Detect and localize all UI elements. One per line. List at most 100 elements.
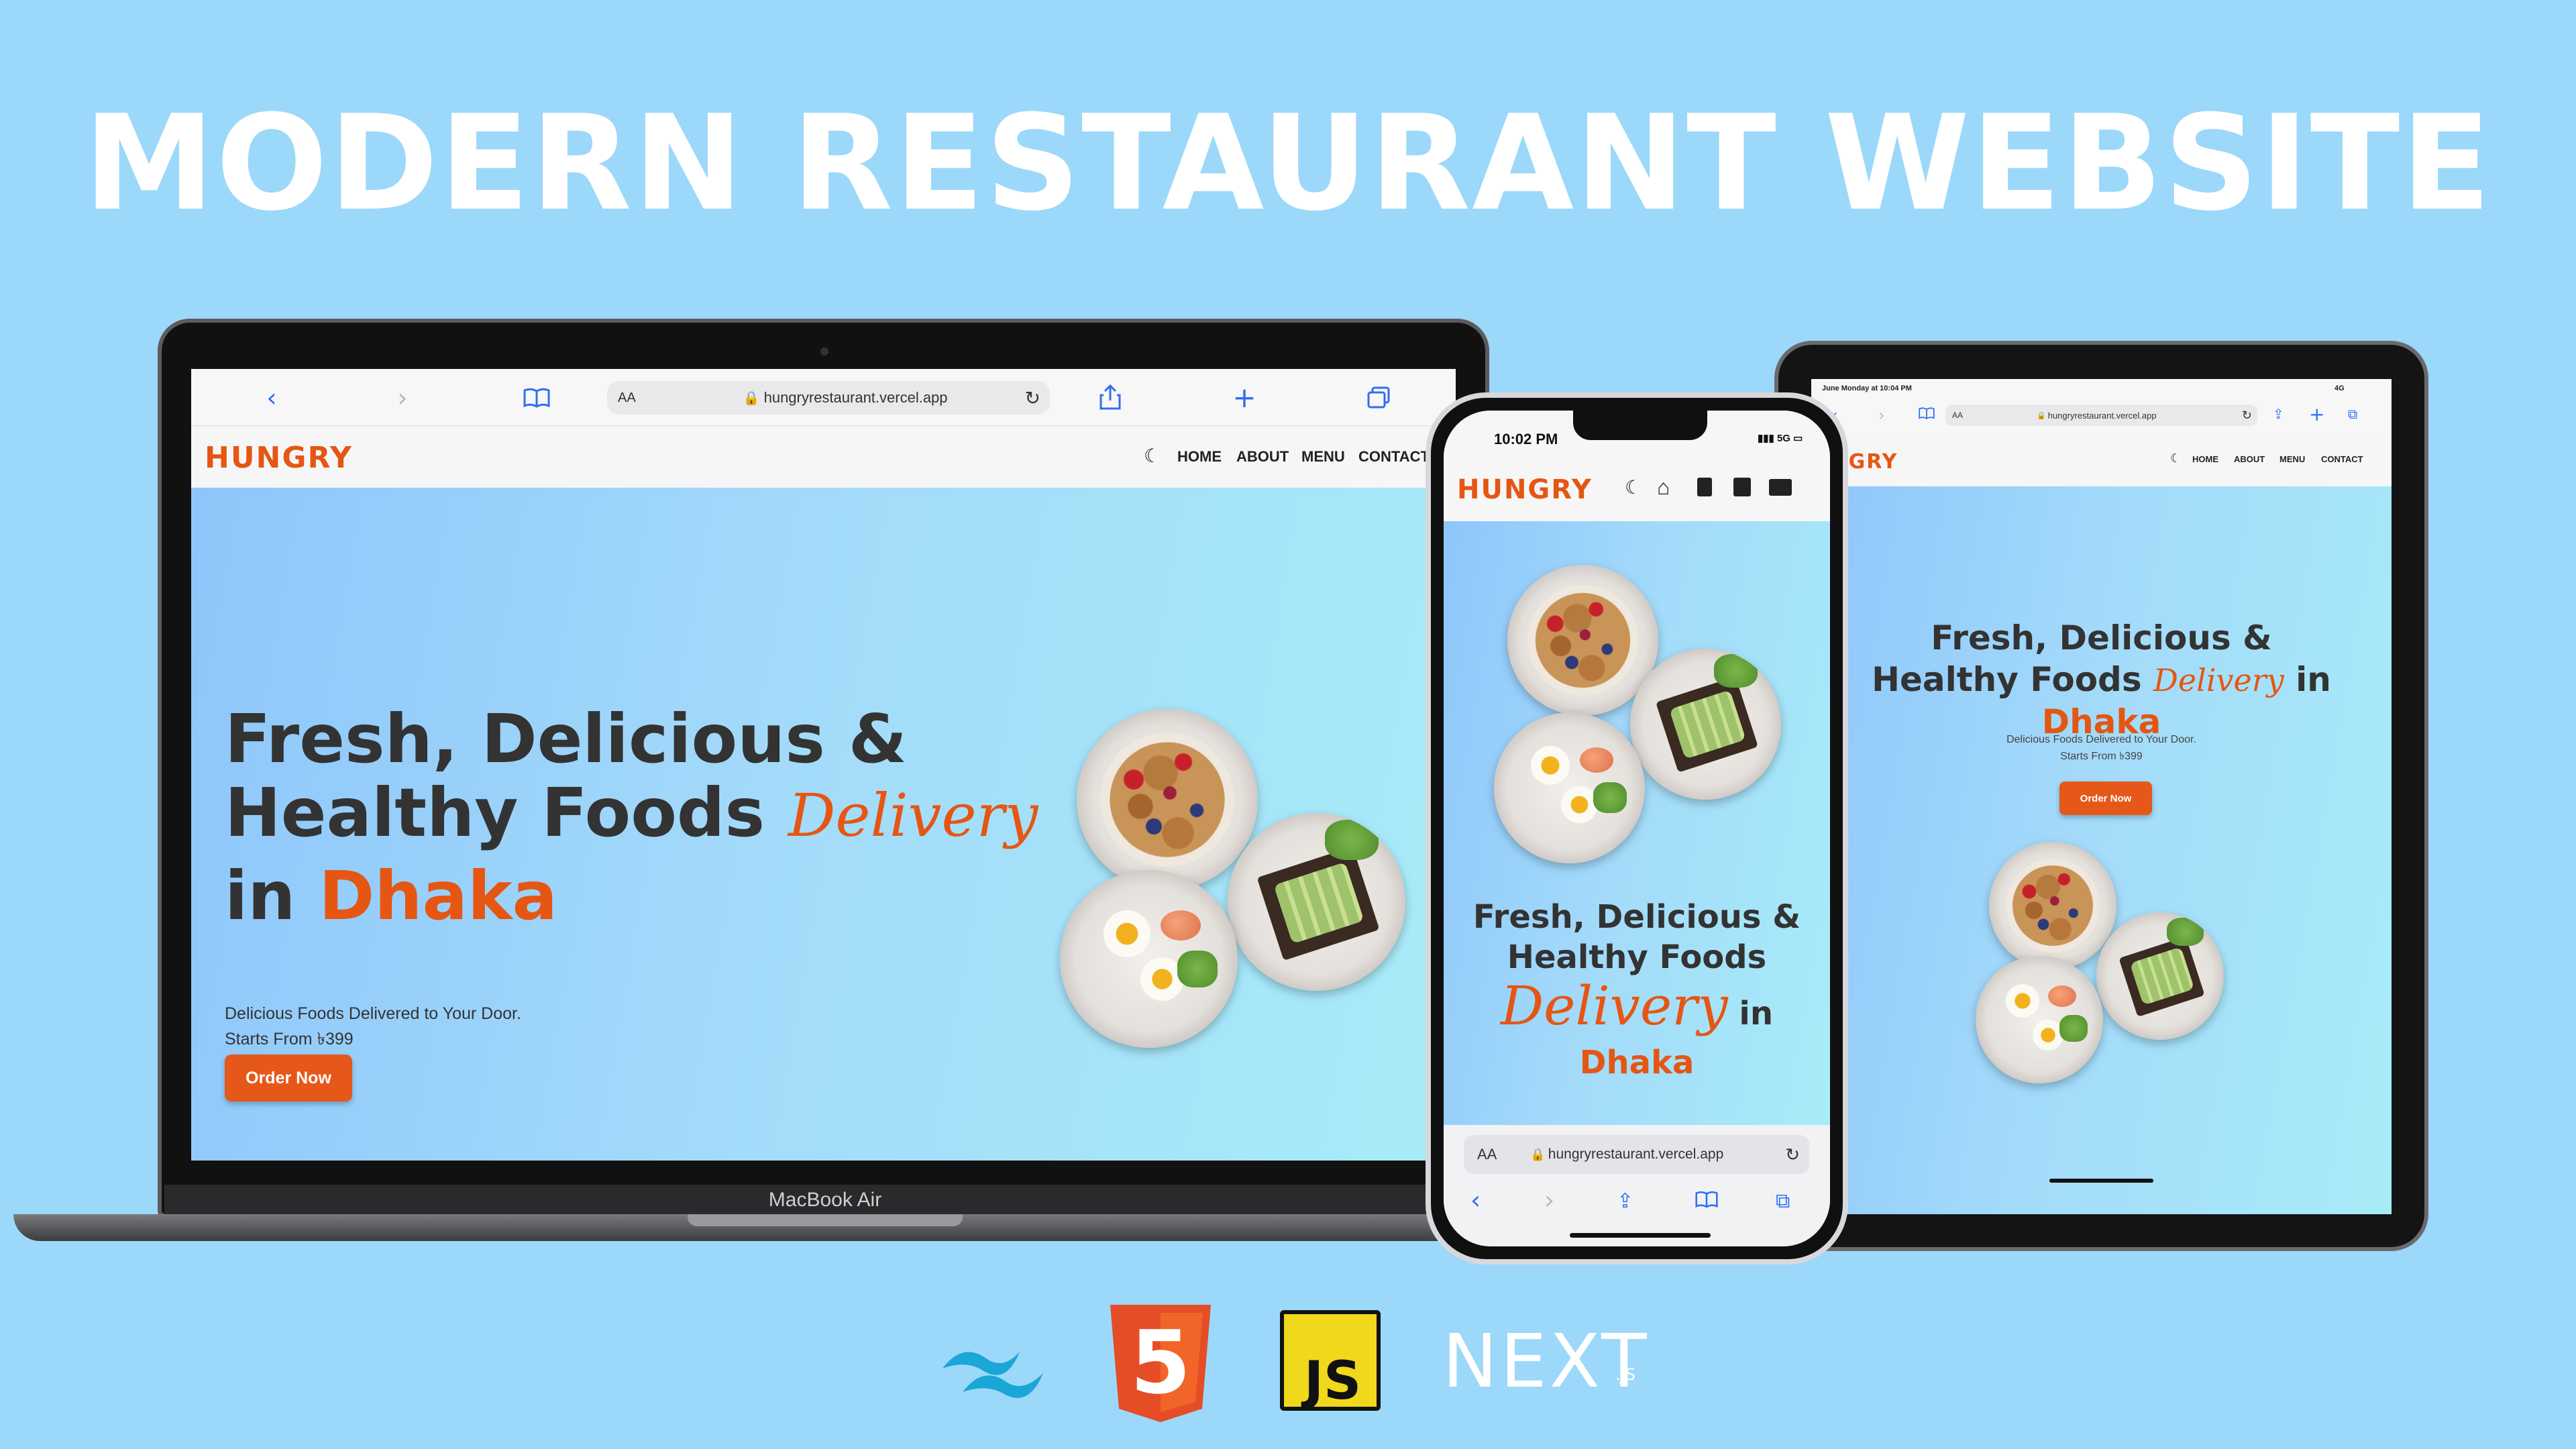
hero-line2: Healthy Foods <box>1872 660 2142 699</box>
bookmarks-icon[interactable] <box>1919 407 1935 419</box>
granola-bowl-image <box>1077 709 1258 890</box>
hero-line1: Fresh, Delicious & <box>225 700 907 778</box>
js-logo: JS <box>1280 1310 1381 1411</box>
hero-city: Dhaka <box>1579 1044 1695 1081</box>
reload-icon[interactable]: ↻ <box>2242 409 2252 423</box>
bookmarks-icon[interactable] <box>520 384 553 412</box>
nav-about[interactable]: ABOUT <box>2234 454 2265 464</box>
reader-aa[interactable]: AA <box>1477 1146 1497 1163</box>
back-icon[interactable]: ‹ <box>255 382 288 413</box>
home-icon[interactable]: ⌂ <box>1657 475 1670 500</box>
nav-home[interactable]: HOME <box>1177 448 1222 466</box>
reader-aa[interactable]: AA <box>1952 411 1963 420</box>
share-icon[interactable]: ⇪ <box>1617 1189 1633 1213</box>
avocado-toast-image <box>1630 649 1781 800</box>
hero-subtext: Delicious Foods Delivered to Your Door. … <box>1811 731 2392 765</box>
hero-heading: Fresh, Delicious & Healthy Foods Deliver… <box>1811 617 2392 743</box>
nextjs-logo: NEXT .JS <box>1442 1311 1646 1412</box>
tabs-icon[interactable]: ⧉ <box>1776 1189 1790 1213</box>
lock-icon: 🔒 <box>743 390 760 406</box>
nav-menu[interactable]: MENU <box>1301 448 1345 466</box>
hero-line2-wrap: Healthy Foods Delivery <box>225 776 1038 853</box>
url-text: hungryrestaurant.vercel.app <box>763 389 948 406</box>
hero-sub1: Delicious Foods Delivered to Your Door. <box>225 1004 521 1023</box>
hero-sub1: Delicious Foods Delivered to Your Door. <box>2006 734 2196 745</box>
tablet-hero-section: Fresh, Delicious & Healthy Foods Deliver… <box>1811 486 2392 1214</box>
order-now-button[interactable]: Order Now <box>2059 782 2152 815</box>
share-icon[interactable]: ⇪ <box>2273 406 2284 422</box>
hero-line1: Fresh, Delicious & <box>1472 898 1801 936</box>
nav-contact[interactable]: CONTACT <box>2321 454 2363 464</box>
brand-logo[interactable]: HUNGRY <box>205 441 353 475</box>
phone-site-navbar: HUNGRY ☾ ⌂ <box>1444 458 1830 521</box>
laptop-camera <box>820 347 828 356</box>
next-suffix: .JS <box>1615 1365 1635 1384</box>
laptop-notch <box>688 1214 963 1226</box>
tablet-signal: 4G <box>2334 384 2345 392</box>
nav-contact[interactable]: CONTACT <box>1358 448 1430 466</box>
moon-icon[interactable]: ☾ <box>1144 445 1161 467</box>
moon-icon[interactable]: ☾ <box>2170 451 2181 466</box>
hero-city: Dhaka <box>319 857 557 935</box>
laptop-label: MacBook Air <box>768 1189 882 1211</box>
hero-line2-wrap: Healthy Foods Delivery in Dhaka <box>1811 659 2392 743</box>
share-icon[interactable] <box>1093 381 1127 413</box>
phone-notch <box>1573 411 1707 440</box>
home-indicator[interactable] <box>1570 1233 1711 1238</box>
site-navbar: HUNGRY ☾ HOME ABOUT MENU CONTACT <box>191 426 1456 488</box>
phone-signal: ▮▮▮ 5G ▭ <box>1758 433 1803 444</box>
forward-icon[interactable]: › <box>1878 406 1885 425</box>
reader-aa[interactable]: AA <box>618 390 636 406</box>
back-icon[interactable]: ‹ <box>1470 1185 1481 1215</box>
avocado-toast-image <box>2096 912 2224 1040</box>
hero-heading: Fresh, Delicious & Healthy Foods Deliver… <box>1444 897 1830 1083</box>
tailwind-logo <box>936 1332 1050 1405</box>
page-title: MODERN RESTAURANT WEBSITE <box>83 87 2493 240</box>
hero-heading: Fresh, Delicious & Healthy Foods Deliver… <box>225 702 1038 933</box>
html5-digit: 5 <box>1130 1311 1191 1413</box>
reload-icon[interactable]: ↻ <box>1785 1144 1800 1165</box>
address-bar[interactable]: AA 🔒 hungryrestaurant.vercel.app ↻ <box>1464 1135 1809 1174</box>
reload-icon[interactable]: ↻ <box>1025 387 1040 409</box>
brand-logo[interactable]: HUNGRY <box>1457 474 1593 505</box>
egg-salad-plate-image <box>1976 956 2103 1083</box>
granola-bowl-image <box>1989 842 2116 969</box>
js-text: JS <box>1304 1351 1362 1411</box>
address-bar[interactable]: AA 🔒 hungryrestaurant.vercel.app ↻ <box>607 381 1050 415</box>
tabs-icon[interactable]: ⧉ <box>2348 406 2357 422</box>
home-indicator[interactable] <box>2049 1179 2153 1183</box>
tablet-site-navbar: HUNGRY ☾ HOME ABOUT MENU CONTACT <box>1811 438 2392 486</box>
hero-script: Delivery <box>788 781 1038 850</box>
phone-screen: 10:02 PM ▮▮▮ 5G ▭ HUNGRY ☾ ⌂ Fresh, Deli… <box>1444 411 1830 1246</box>
tabs-icon[interactable] <box>1362 382 1395 413</box>
lock-icon: 🔒 <box>1530 1147 1546 1161</box>
hero-line2: Healthy Foods <box>225 773 765 852</box>
lock-icon: 🔒 <box>2037 411 2046 420</box>
tablet-screen: June Monday at 10:04 PM 4G ‹ › AA 🔒 hung… <box>1811 379 2392 1214</box>
hero-line3: Delivery in <box>1444 977 1830 1042</box>
order-now-button[interactable]: Order Now <box>225 1055 352 1102</box>
forward-icon[interactable]: › <box>386 382 419 413</box>
forward-icon[interactable]: › <box>1544 1185 1554 1215</box>
add-tab-icon[interactable]: + <box>2309 403 2324 425</box>
about-icon[interactable] <box>1697 478 1712 496</box>
phone-hero-section: Fresh, Delicious & Healthy Foods Deliver… <box>1444 521 1830 1125</box>
egg-salad-plate-image <box>1060 870 1238 1048</box>
menu-icon[interactable] <box>1733 478 1751 496</box>
moon-icon[interactable]: ☾ <box>1625 476 1642 498</box>
address-bar[interactable]: AA 🔒 hungryrestaurant.vercel.app ↻ <box>1945 405 2257 426</box>
url-text: hungryrestaurant.vercel.app <box>2047 410 2157 421</box>
hero-in: in <box>1739 995 1773 1032</box>
phone-time: 10:02 PM <box>1494 431 1558 447</box>
nav-about[interactable]: ABOUT <box>1236 448 1289 466</box>
tablet-status-time: June Monday at 10:04 PM <box>1822 384 1912 392</box>
bookmarks-icon[interactable] <box>1695 1191 1718 1208</box>
nav-menu[interactable]: MENU <box>2279 454 2305 464</box>
hero-line1: Fresh, Delicious & <box>1931 619 2272 657</box>
contact-icon[interactable] <box>1769 479 1792 496</box>
hero-sub2: Starts From ৳399 <box>225 1030 354 1049</box>
nav-home[interactable]: HOME <box>2192 454 2218 464</box>
add-tab-icon[interactable]: + <box>1228 381 1261 414</box>
hero-sub2: Starts From ৳399 <box>2060 751 2143 762</box>
phone-browser-toolbar: AA 🔒 hungryrestaurant.vercel.app ↻ ‹ › ⇪… <box>1444 1125 1830 1246</box>
